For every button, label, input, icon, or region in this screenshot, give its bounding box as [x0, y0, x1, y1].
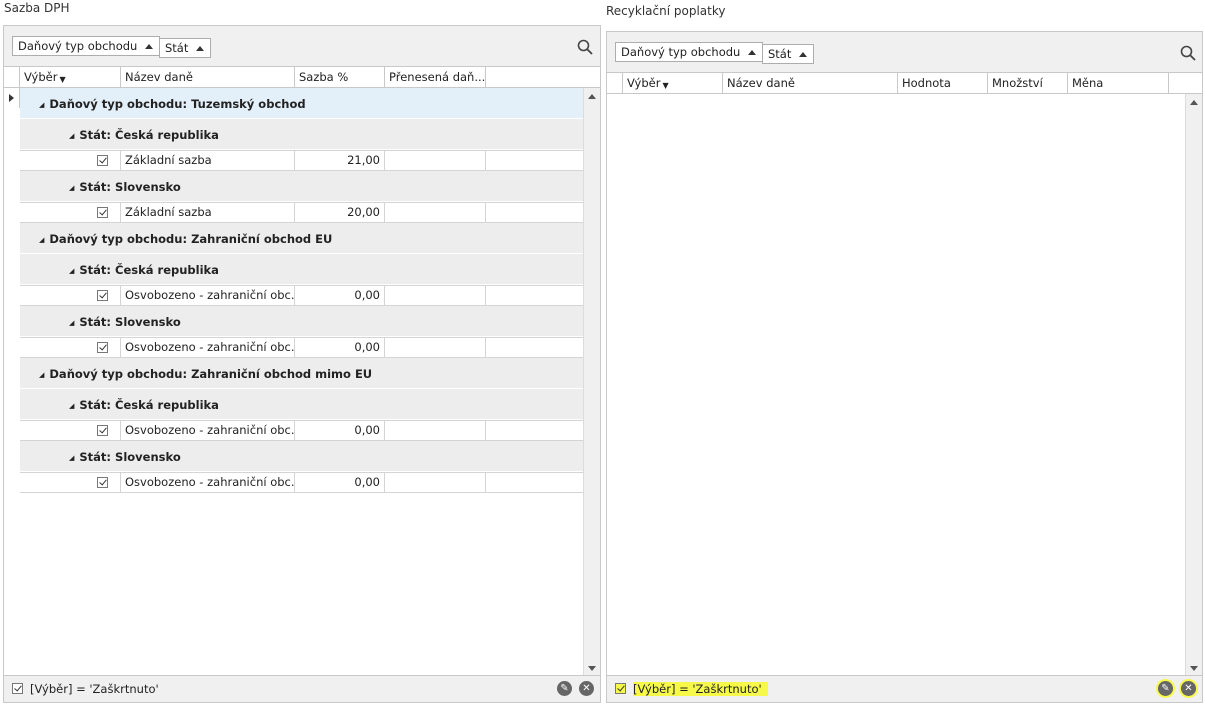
- group-row-trade-type[interactable]: ◢ Daňový typ obchodu: Zahraniční obchod m…: [20, 358, 583, 389]
- search-icon[interactable]: [577, 39, 593, 55]
- filter-text[interactable]: [Výběr] = 'Zaškrtnuto': [633, 682, 768, 696]
- column-header-currency[interactable]: Měna: [1068, 73, 1169, 93]
- vertical-scrollbar[interactable]: [1185, 94, 1202, 676]
- clear-filter-icon[interactable]: ✕: [1181, 681, 1196, 696]
- column-header-rate[interactable]: Sazba %: [295, 67, 385, 87]
- sort-asc-icon: [196, 46, 205, 51]
- group-by-bar: Daňový typ obchodu Stát: [607, 32, 1202, 73]
- collapse-icon[interactable]: ◢: [39, 236, 44, 244]
- filter-footer: [Výběr] = 'Zaškrtnuto' ✎ ✕: [4, 675, 600, 702]
- select-checkbox[interactable]: [97, 207, 108, 218]
- table-row[interactable]: Základní sazba 21,00: [20, 150, 583, 171]
- group-chip-trade-type[interactable]: Daňový typ obchodu: [12, 36, 161, 56]
- table-row[interactable]: Osvobozeno - zahraniční obc... 0,00: [20, 337, 583, 358]
- group-by-bar: Daňový typ obchodu Stát: [4, 26, 600, 67]
- column-header-tax-name[interactable]: Název daně: [723, 73, 898, 93]
- group-chip-trade-type[interactable]: Daňový typ obchodu: [615, 42, 764, 62]
- collapse-icon[interactable]: ◢: [69, 184, 74, 192]
- group-row-country[interactable]: ◢ Stát: Slovensko: [20, 441, 583, 472]
- column-header-row: Výběr ▼ Název daně Sazba % Přenesená daň.…: [4, 67, 600, 88]
- table-row[interactable]: Osvobozeno - zahraniční obc... 0,00: [20, 285, 583, 306]
- group-row-country[interactable]: ◢ Stát: Česká republika: [20, 254, 583, 285]
- column-header-select[interactable]: Výběr ▼: [20, 67, 121, 87]
- edit-filter-icon[interactable]: ✎: [1158, 681, 1173, 696]
- vertical-scrollbar[interactable]: [583, 88, 600, 676]
- clear-filter-icon[interactable]: ✕: [579, 681, 594, 696]
- collapse-icon[interactable]: ◢: [69, 267, 74, 275]
- current-row-icon: [9, 94, 14, 102]
- collapse-icon[interactable]: ◢: [39, 371, 44, 379]
- group-row-trade-type[interactable]: ◢ Daňový typ obchodu: Tuzemský obchod: [20, 88, 583, 119]
- filter-text[interactable]: [Výběr] = 'Zaškrtnuto': [30, 682, 159, 696]
- recycling-fee-panel: Daňový typ obchodu Stát Výběr ▼ Název dan…: [606, 31, 1203, 703]
- collapse-icon[interactable]: ◢: [69, 402, 74, 410]
- left-section-title: Sazba DPH: [4, 1, 70, 15]
- table-row[interactable]: Základní sazba 20,00: [20, 202, 583, 223]
- search-icon[interactable]: [1180, 45, 1196, 61]
- group-row-country[interactable]: ◢ Stát: Slovensko: [20, 171, 583, 202]
- edit-filter-icon[interactable]: ✎: [557, 681, 572, 696]
- select-checkbox[interactable]: [97, 155, 108, 166]
- collapse-icon[interactable]: ◢: [39, 101, 44, 109]
- group-row-country[interactable]: ◢ Stát: Česká republika: [20, 389, 583, 420]
- collapse-icon[interactable]: ◢: [69, 454, 74, 462]
- filter-enable-checkbox[interactable]: [615, 683, 626, 694]
- column-header-value[interactable]: Hodnota: [898, 73, 988, 93]
- column-header-reverse-charge[interactable]: Přenesená daň...: [385, 67, 486, 87]
- group-chip-country[interactable]: Stát: [762, 44, 815, 64]
- select-checkbox[interactable]: [97, 477, 108, 488]
- filter-icon[interactable]: ▼: [59, 70, 65, 87]
- select-checkbox[interactable]: [97, 290, 108, 301]
- row-indicator[interactable]: [4, 88, 20, 108]
- group-row-country[interactable]: ◢ Stát: Slovensko: [20, 306, 583, 337]
- collapse-icon[interactable]: ◢: [69, 132, 74, 140]
- column-header-row: Výběr ▼ Název daně Hodnota Množství Měna: [607, 73, 1202, 94]
- collapse-icon[interactable]: ◢: [69, 319, 74, 327]
- scroll-up-icon[interactable]: [588, 94, 596, 99]
- scroll-down-icon[interactable]: [1190, 666, 1198, 671]
- scroll-up-icon[interactable]: [1190, 100, 1198, 105]
- column-header-tax-name[interactable]: Název daně: [121, 67, 295, 87]
- vat-rate-panel: Daňový typ obchodu Stát Výběr ▼ Název dan…: [3, 25, 601, 703]
- filter-footer: [Výběr] = 'Zaškrtnuto' ✎ ✕: [607, 675, 1202, 702]
- filter-enable-checkbox[interactable]: [12, 683, 23, 694]
- group-row-trade-type[interactable]: ◢ Daňový typ obchodu: Zahraniční obchod E…: [20, 223, 583, 254]
- scroll-down-icon[interactable]: [588, 666, 596, 671]
- table-row[interactable]: Osvobozeno - zahraniční obc... 0,00: [20, 420, 583, 441]
- column-header-select[interactable]: Výběr ▼: [623, 73, 723, 93]
- group-chip-country[interactable]: Stát: [159, 38, 212, 58]
- column-header-quantity[interactable]: Množství: [988, 73, 1068, 93]
- sort-asc-icon: [145, 44, 154, 49]
- sort-asc-icon: [748, 50, 757, 55]
- sort-asc-icon: [799, 52, 808, 57]
- table-row[interactable]: Osvobozeno - zahraniční obc... 0,00: [20, 472, 583, 493]
- select-checkbox[interactable]: [97, 425, 108, 436]
- right-section-title: Recyklační poplatky: [606, 4, 726, 18]
- select-checkbox[interactable]: [97, 342, 108, 353]
- group-row-country[interactable]: ◢ Stát: Česká republika: [20, 119, 583, 150]
- filter-icon[interactable]: ▼: [662, 76, 668, 93]
